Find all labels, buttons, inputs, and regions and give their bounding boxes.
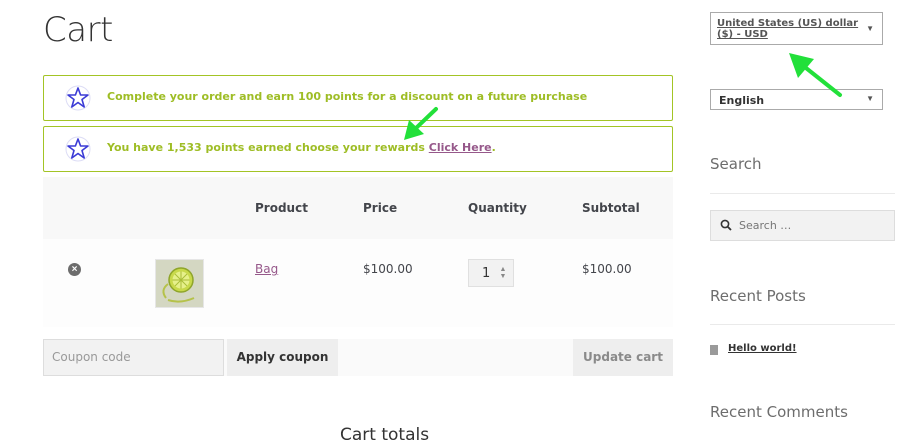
search-input[interactable]: Search …: [710, 210, 895, 241]
star-icon: [65, 136, 91, 162]
remove-item-icon[interactable]: ×: [68, 263, 81, 276]
quantity-value: 1: [482, 266, 491, 281]
apply-coupon-button[interactable]: Apply coupon: [227, 339, 338, 376]
spinner-arrows-icon[interactable]: ▲ ▼: [499, 266, 507, 281]
notice-suffix: .: [491, 141, 496, 154]
item-price: $100.00: [363, 262, 413, 276]
product-thumbnail[interactable]: [155, 259, 204, 308]
table-row: [43, 239, 673, 327]
currency-value: United States (US) dollar ($) - USD: [717, 18, 859, 40]
recent-comments-title: Recent Comments: [710, 403, 848, 421]
chevron-down-icon: ▼: [866, 94, 874, 103]
notice-message: Complete your order and earn 100 points …: [107, 90, 588, 103]
document-icon: [710, 345, 718, 355]
chevron-down-icon: ▼: [866, 24, 874, 33]
annotation-arrow-icon: [789, 53, 842, 97]
recent-post-link[interactable]: Hello world!: [728, 343, 797, 354]
recent-posts-title: Recent Posts: [710, 287, 806, 305]
rewards-notice: You have 1,533 points earned choose your…: [43, 126, 673, 172]
search-widget-title: Search: [710, 155, 762, 173]
column-header-price: Price: [363, 201, 398, 215]
language-value: English: [719, 94, 765, 107]
item-subtotal: $100.00: [582, 262, 632, 276]
column-header-quantity: Quantity: [468, 201, 527, 215]
update-cart-button[interactable]: Update cart: [573, 339, 673, 376]
cart-totals-title: Cart totals: [340, 425, 430, 445]
star-icon: [65, 85, 91, 111]
column-header-product: Product: [255, 201, 308, 215]
lemon-bag-image: [156, 260, 203, 307]
search-placeholder: Search …: [739, 219, 792, 232]
coupon-code-input[interactable]: Coupon code: [43, 339, 224, 376]
product-link[interactable]: Bag: [255, 262, 278, 276]
points-notice: Complete your order and earn 100 points …: [43, 75, 673, 121]
column-header-subtotal: Subtotal: [582, 201, 640, 215]
cart-table-header: [43, 177, 673, 239]
divider: [710, 193, 895, 194]
quantity-stepper[interactable]: 1 ▲ ▼: [468, 259, 514, 287]
search-icon: [720, 219, 732, 231]
notice-text: You have 1,533 points earned choose your…: [107, 141, 429, 154]
annotation-arrow-icon: [404, 107, 438, 140]
page-title: Cart: [43, 10, 113, 50]
divider: [710, 324, 895, 325]
currency-select[interactable]: United States (US) dollar ($) - USD ▼: [710, 12, 883, 45]
